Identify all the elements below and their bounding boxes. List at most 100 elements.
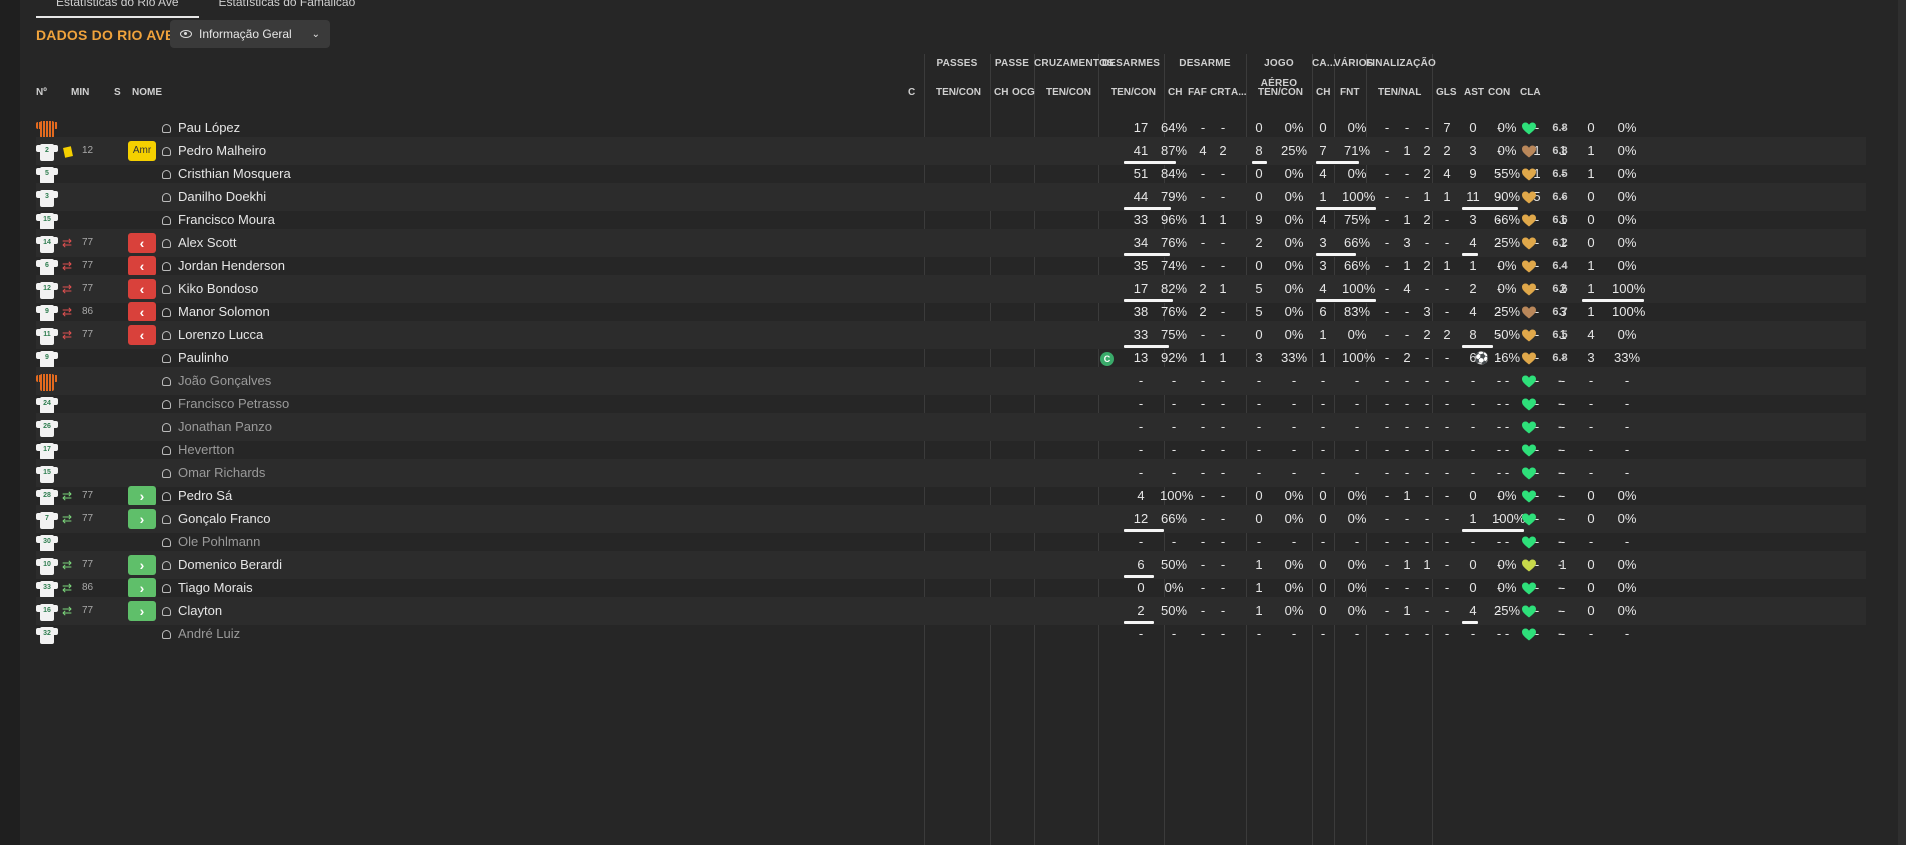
group-header: CA... bbox=[1312, 58, 1336, 69]
sub-off-button[interactable]: ‹ bbox=[128, 302, 156, 322]
stat-value: - bbox=[1291, 626, 1297, 641]
condition-heart-icon bbox=[1522, 214, 1536, 227]
player-name-text: Hevertton bbox=[178, 442, 235, 457]
sub-on-button[interactable]: › bbox=[128, 601, 156, 621]
condition-heart-icon bbox=[1522, 260, 1536, 273]
chevron-down-icon: ⌄ bbox=[311, 28, 320, 40]
left-strip bbox=[0, 0, 20, 845]
column-header[interactable]: CH bbox=[994, 86, 1008, 100]
kit-number: 7 bbox=[45, 515, 49, 522]
player-profile-icon bbox=[162, 216, 171, 225]
status-badge[interactable]: Amr bbox=[128, 141, 156, 161]
player-name-text: Tiago Morais bbox=[178, 580, 253, 595]
sub-on-button[interactable]: › bbox=[128, 578, 156, 598]
column-header[interactable]: NOME bbox=[132, 86, 162, 100]
stat-value: - bbox=[1424, 626, 1430, 641]
sub-on-button[interactable]: › bbox=[128, 486, 156, 506]
condition-heart-icon bbox=[1522, 237, 1536, 250]
view-dropdown[interactable]: Informação Geral ⌄ bbox=[170, 20, 330, 48]
group-header: PASSES bbox=[936, 58, 978, 69]
group-header: PASSE bbox=[994, 58, 1030, 69]
column-header[interactable]: GLS bbox=[1436, 86, 1457, 100]
condition-heart-icon bbox=[1522, 398, 1536, 411]
player-name-text: João Gonçalves bbox=[178, 373, 272, 388]
player-name[interactable]: André Luiz bbox=[162, 620, 240, 648]
stat-value: - bbox=[1470, 626, 1476, 641]
column-header[interactable]: CON bbox=[1488, 86, 1510, 100]
column-header[interactable]: S bbox=[114, 86, 121, 100]
kit-icon bbox=[36, 119, 58, 139]
kit-number: 28 bbox=[43, 492, 51, 499]
kit-body bbox=[40, 121, 54, 138]
kit-number: 11 bbox=[43, 331, 51, 338]
column-header[interactable]: FNT bbox=[1340, 86, 1359, 100]
kit-number: 17 bbox=[43, 446, 51, 453]
column-header[interactable]: AST bbox=[1464, 86, 1484, 100]
sub-off-button[interactable]: ‹ bbox=[128, 325, 156, 345]
condition-heart-icon bbox=[1522, 421, 1536, 434]
stat-value: - bbox=[1444, 626, 1450, 641]
kit-icon: 9 bbox=[36, 303, 58, 323]
player-profile-icon bbox=[162, 124, 171, 133]
kit-icon: 30 bbox=[36, 533, 58, 553]
kit-number: 30 bbox=[43, 538, 51, 545]
tab-bar: Estatísticas do Rio Ave Estatísticas do … bbox=[36, 0, 375, 18]
player-profile-icon bbox=[162, 193, 171, 202]
kit-number: 3 bbox=[45, 193, 49, 200]
stat-value: - bbox=[1200, 626, 1206, 641]
player-profile-icon bbox=[162, 308, 171, 317]
column-header[interactable]: CLA bbox=[1520, 86, 1541, 100]
stat-value: - bbox=[1220, 626, 1226, 641]
player-profile-icon bbox=[162, 285, 171, 294]
sub-off-button[interactable]: ‹ bbox=[128, 279, 156, 299]
column-header[interactable]: A... bbox=[1231, 86, 1247, 100]
condition-heart-icon bbox=[1522, 329, 1536, 342]
condition-heart-icon bbox=[1522, 605, 1536, 618]
column-header[interactable]: CH bbox=[1316, 86, 1330, 100]
player-profile-icon bbox=[162, 630, 171, 639]
column-header[interactable]: CH bbox=[1168, 86, 1182, 100]
kit-icon: 14 bbox=[36, 234, 58, 254]
column-header[interactable]: MIN bbox=[71, 86, 89, 100]
kit-number: 32 bbox=[43, 630, 51, 637]
scrollbar[interactable] bbox=[1898, 0, 1906, 845]
player-name-text: Clayton bbox=[178, 603, 223, 618]
condition-heart-icon bbox=[1522, 513, 1536, 526]
kit-number: 6 bbox=[45, 262, 49, 269]
kit-icon: 6 bbox=[36, 257, 58, 277]
column-header[interactable]: TEN/CON bbox=[1046, 86, 1091, 100]
player-name-text: Francisco Moura bbox=[178, 212, 275, 227]
kit-icon: 9 bbox=[36, 349, 58, 369]
sub-on-button[interactable]: › bbox=[128, 509, 156, 529]
condition-heart-icon bbox=[1522, 628, 1536, 641]
column-header[interactable]: TEN/CON bbox=[1111, 86, 1156, 100]
column-header[interactable]: OCG bbox=[1012, 86, 1035, 100]
column-header[interactable]: CRT bbox=[1210, 86, 1231, 100]
kit-icon: 15 bbox=[36, 464, 58, 484]
player-profile-icon bbox=[162, 584, 171, 593]
tab-opponent-stats[interactable]: Estatísticas do Famalicão bbox=[199, 0, 376, 18]
kit-icon: 10 bbox=[36, 556, 58, 576]
yellow-card-icon bbox=[63, 146, 73, 158]
column-header[interactable]: Nº bbox=[36, 86, 47, 100]
player-name-text: Jonathan Panzo bbox=[178, 419, 272, 434]
sub-off-button[interactable]: ‹ bbox=[128, 256, 156, 276]
kit-icon bbox=[36, 372, 58, 392]
column-header[interactable]: TEN/CON bbox=[936, 86, 981, 100]
column-header[interactable]: FAF bbox=[1188, 86, 1207, 100]
eye-icon bbox=[180, 30, 192, 38]
column-header[interactable]: TEN/NAL bbox=[1378, 86, 1421, 100]
player-profile-icon bbox=[162, 147, 171, 156]
table-row[interactable]: 32 André Luiz - - - - - - - - - - - - - - - - - - - - bbox=[36, 620, 1866, 648]
sub-off-button[interactable]: ‹ bbox=[128, 233, 156, 253]
player-name-text: Danilho Doekhi bbox=[178, 189, 267, 204]
group-header: DESARMES bbox=[1101, 58, 1161, 69]
column-header[interactable]: C bbox=[908, 86, 915, 100]
tab-team-stats[interactable]: Estatísticas do Rio Ave bbox=[36, 0, 199, 18]
condition-heart-icon bbox=[1522, 536, 1536, 549]
kit-number: 26 bbox=[43, 423, 51, 430]
sub-on-button[interactable]: › bbox=[128, 555, 156, 575]
kit-icon: 16 bbox=[36, 602, 58, 622]
condition-heart-icon bbox=[1522, 582, 1536, 595]
column-header[interactable]: TEN/CON bbox=[1258, 86, 1303, 100]
